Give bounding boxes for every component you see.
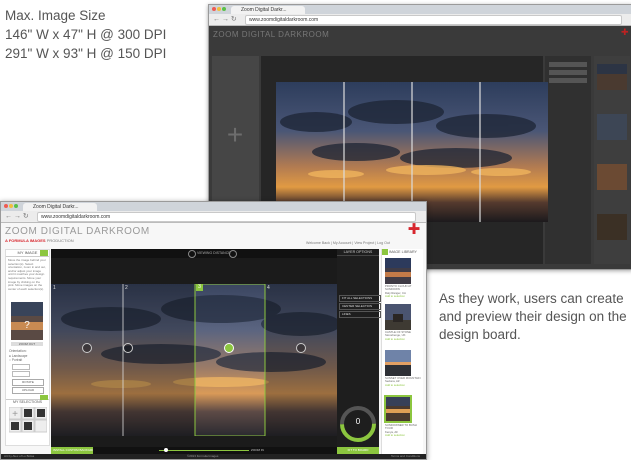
board-bottom-bar: INSTALL CUSTOM BACKGROUND ZOOM IN [51,447,337,454]
gauge-value: 0 [355,417,361,426]
library-item-add[interactable]: Add to selection [385,337,422,341]
camera-icon-active[interactable] [224,343,234,353]
back-app-title: ZOOM DIGITAL DARKROOM [213,30,330,39]
library-item-2: CASTLE OF STONE Stonehenge, UK Add to se… [385,331,422,341]
back-library-thumbs [597,64,627,240]
radio-portrait[interactable]: ○ [9,358,11,362]
panel-dividers [122,284,266,436]
front-nav-icon[interactable]: ← → ↻ [5,212,29,220]
front-browser-tab[interactable]: Zoom Digital Darkr... [23,203,97,211]
front-address-bar: ← → ↻ www.zoomdigitaldarkroom.com [1,211,426,223]
fit-to-board-button[interactable]: FIT TO BOARD [337,447,379,454]
library-thumb-2[interactable] [385,304,411,330]
panel-number-2: 2 [125,285,128,291]
back-address-bar: ← → ↻ www.zoomdigitaldarkroom.com [209,14,631,26]
selections-grid[interactable]: + [9,407,47,441]
viewing-distance-label: VIEWING DISTANCE [197,251,231,255]
app-footer: Art by Alex of Lo Bolsa ©2013 Formula Im… [1,454,426,459]
spec-line-2: 291" W x 93" H @ 150 DPI [5,46,167,61]
layer-options-header: LAYER OPTIONS [337,249,379,256]
back-url-field[interactable]: www.zoomdigitaldarkroom.com [245,15,622,25]
library-menu-icon[interactable] [382,249,388,255]
footer-left: Art by Alex of Lo Bolsa [4,454,35,458]
spec-line-1: 146" W x 47" H @ 300 DPI [5,27,167,42]
left-panel: MY IMAGE Move the image behind your sele… [5,249,50,446]
zoom-in-label[interactable]: ZOOM IN [251,448,264,452]
maximize-dot-icon[interactable] [14,204,18,208]
zoom-slider-track[interactable] [159,450,249,451]
image-library: IMAGE LIBRARY PRONTO CLOUD AT SUNDOWN Da… [381,249,423,454]
zoom-plus-icon[interactable] [229,250,237,258]
image-size-spec: Max. Image Size 146" W x 47" H @ 300 DPI… [5,6,166,63]
front-browser-window: Zoom Digital Darkr... ← → ↻ www.zoomdigi… [0,201,427,460]
zoom-minus-icon[interactable] [188,250,196,258]
back-logo-icon: ✚ [621,27,629,37]
close-dot-icon[interactable] [212,7,216,11]
subtitle-brand: A FORMULA IMAGES [5,238,46,243]
add-selection-icon[interactable] [40,395,48,400]
maximize-dot-icon[interactable] [222,7,226,11]
my-image-thumbnail[interactable]: ? [11,302,43,340]
fit-all-selections-button[interactable]: FIT ALL SELECTIONS [339,295,381,302]
library-item-add[interactable]: Add to selection [385,433,422,437]
zoom-slider-handle[interactable] [164,448,168,452]
library-item-add[interactable]: Add to selection [385,383,422,387]
camera-icon[interactable] [82,343,92,353]
design-board: VIEWING DISTANCE 1 2 3 4 INSTALL CUSTOM … [51,249,337,454]
app-title: ZOOM DIGITAL DARKROOM [5,226,150,237]
spec-title: Max. Image Size [5,8,106,23]
back-layer-line [549,78,587,83]
library-item-3: SUNSET OVER MOUNTAIN Sedona, AZ Add to s… [385,377,422,387]
layer-options-panel: LAYER OPTIONS FIT ALL SELECTIONS CENTER … [337,249,381,454]
upload-button[interactable]: UPLOAD [12,387,44,394]
library-item-add[interactable]: Add to selection [385,294,422,298]
app-subtitle: A FORMULA IMAGES PRODUCTION [5,238,74,243]
orientation-options: ● Landscape ○ Portrait [9,354,46,362]
back-layer-panel [545,56,591,264]
back-library [594,56,630,264]
camera-icon[interactable] [123,343,133,353]
footer-terms-link[interactable]: Terms and Conditions [391,454,420,459]
top-links[interactable]: Welcome Back | My Account | View Project… [306,241,422,245]
orientation-label: Orientation: [9,349,27,353]
back-nav-icon[interactable]: ← → ↻ [213,15,237,23]
front-url-field[interactable]: www.zoomdigitaldarkroom.com [37,212,416,222]
back-layer-line [549,62,587,67]
back-layer-line [549,70,587,75]
subtitle-rest: PRODUCTION [46,238,74,243]
front-tab-strip: Zoom Digital Darkr... [1,202,426,211]
width-input[interactable] [12,364,30,370]
back-add-icon: + [226,119,244,150]
back-tab-strip: Zoom Digital Darkr... [209,5,631,14]
height-input[interactable] [12,371,30,377]
option-portrait: Portrait [11,358,23,362]
design-board-caption: As they work, users can create and previ… [439,291,627,342]
footer-copyright: ©2013 Formula Images [187,454,219,458]
library-item-1: PRONTO CLOUD AT SUNDOWN Daly Ranger, CA … [385,285,422,298]
panel-number-4: 4 [267,285,270,291]
image-library-header: IMAGE LIBRARY [389,250,417,254]
camera-icon[interactable] [296,343,306,353]
zoom-out-button[interactable]: ZOOM OUT [11,342,43,346]
minimize-dot-icon[interactable] [217,7,221,11]
help-icon[interactable] [40,250,48,256]
brand-logo-icon: ✚ [407,221,421,238]
svg-text:?: ? [24,320,30,331]
library-thumb-3[interactable] [385,350,411,376]
center-selection-button[interactable]: CENTER SELECTION [339,303,381,310]
library-thumb-4[interactable] [384,395,412,423]
panel-number-1: 1 [53,285,56,291]
lines-button[interactable]: LINES [339,311,381,318]
svg-text:+: + [12,409,18,420]
help-text: Move the image behind your selection(s).… [8,259,46,291]
install-background-button[interactable]: INSTALL CUSTOM BACKGROUND [51,447,93,454]
library-item-4: SUNDOWNER TO BUSH TOUR Kenya, AF Add to … [385,424,422,437]
back-browser-tab[interactable]: Zoom Digital Darkr... [231,6,305,14]
library-thumb-1[interactable] [385,258,411,284]
close-dot-icon[interactable] [4,204,8,208]
minimize-dot-icon[interactable] [9,204,13,208]
rotate-button[interactable]: ROTATE [12,379,44,386]
panel-number-3[interactable]: 3 [196,284,203,291]
board-top-bar: VIEWING DISTANCE [51,249,337,258]
